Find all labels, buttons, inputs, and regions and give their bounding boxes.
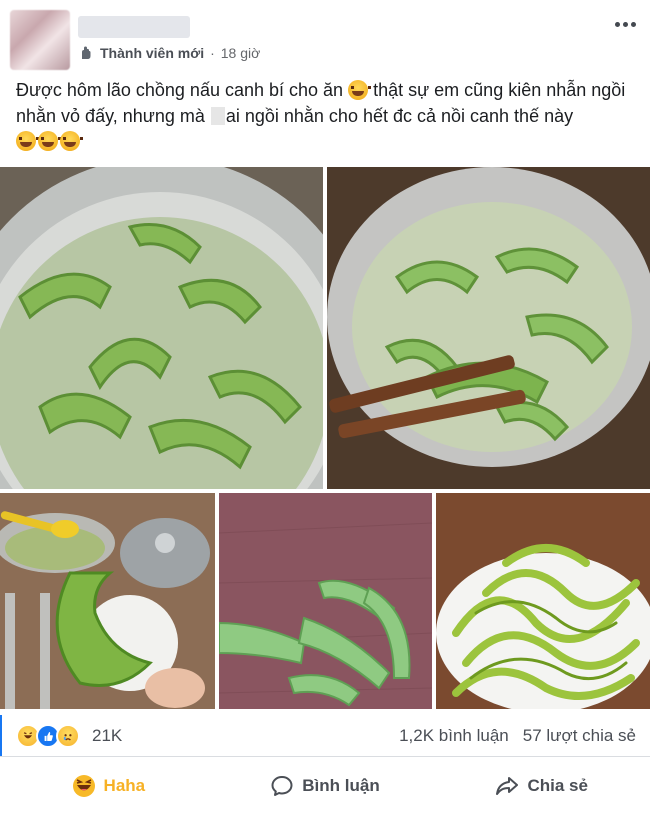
avatar[interactable] — [10, 10, 70, 70]
photo-3[interactable] — [0, 493, 215, 709]
haha-button[interactable]: Haha — [0, 758, 217, 813]
member-badge[interactable]: Thành viên mới — [100, 45, 204, 61]
photo-4[interactable] — [219, 493, 432, 709]
reaction-summary: 21K 1,2K bình luận 57 lượt chia sẻ — [0, 715, 650, 757]
sad-emoji-icon — [348, 80, 372, 100]
crying-emoji-icon — [60, 131, 83, 151]
haha-icon — [72, 774, 96, 798]
crying-emoji-icon — [16, 131, 39, 151]
reaction-icons[interactable] — [16, 724, 80, 748]
blurred-word — [210, 107, 225, 125]
photo-5[interactable] — [436, 493, 650, 709]
share-label: Chia sẻ — [527, 775, 588, 795]
more-icon[interactable] — [610, 14, 640, 34]
engagement-counts: 1,2K bình luận 57 lượt chia sẻ — [399, 726, 636, 746]
sad-reaction-icon — [56, 724, 80, 748]
action-bar: Haha Bình luận Chia sẻ — [0, 758, 650, 813]
caption-text-3: ai ngồi nhằn cho hết đc cả nồi canh thế … — [225, 106, 574, 126]
meta-separator: · — [210, 45, 215, 61]
share-icon — [495, 774, 519, 798]
crying-emoji-icon — [38, 131, 61, 151]
comment-button[interactable]: Bình luận — [217, 758, 434, 813]
photo-2[interactable] — [327, 167, 650, 489]
photo-grid — [0, 167, 650, 711]
comment-label: Bình luận — [302, 775, 380, 795]
comment-icon — [270, 774, 294, 798]
facebook-post: Thành viên mới · 18 giờ Được hôm lão chồ… — [0, 0, 650, 813]
haha-label: Haha — [103, 775, 146, 795]
comment-count[interactable]: 1,2K bình luận — [399, 726, 509, 746]
member-wave-icon — [78, 45, 94, 61]
post-time[interactable]: 18 giờ — [221, 45, 261, 61]
photo-1[interactable] — [0, 167, 323, 489]
author-name[interactable] — [78, 16, 190, 38]
post-caption: Được hôm lão chồng nấu canh bí cho ăn th… — [16, 77, 636, 151]
share-count[interactable]: 57 lượt chia sẻ — [523, 726, 636, 746]
post-meta: Thành viên mới · 18 giờ — [78, 45, 260, 61]
share-button[interactable]: Chia sẻ — [433, 758, 650, 813]
emoji-row — [16, 131, 636, 151]
caption-text-1: Được hôm lão chồng nấu canh bí cho ăn — [16, 80, 344, 100]
reaction-count[interactable]: 21K — [92, 726, 122, 746]
